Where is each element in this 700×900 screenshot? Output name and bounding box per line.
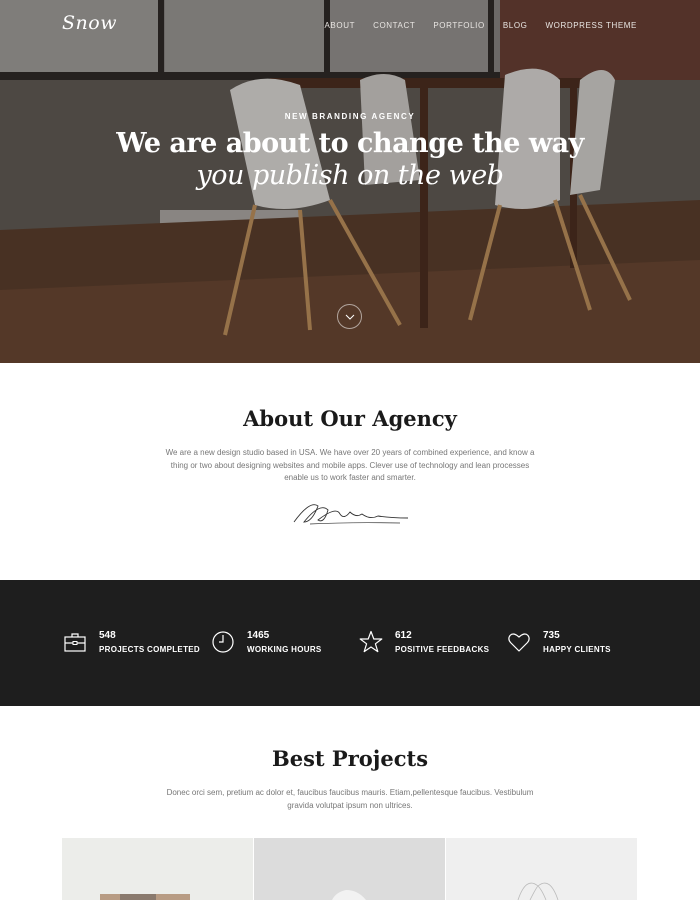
project-tile-3[interactable] [446, 838, 637, 900]
project-image [517, 882, 559, 900]
stat-number: 735 [543, 630, 560, 641]
stat-feedbacks: 612 POSITIVE FEEDBACKS [359, 630, 489, 654]
about-title: About Our Agency [243, 406, 457, 431]
main-nav: ABOUT CONTACT PORTFOLIO BLOG WORDPRESS T… [307, 21, 638, 30]
stat-label: HAPPY CLIENTS [543, 645, 611, 654]
hero-kicker: NEW BRANDING AGENCY [284, 112, 416, 121]
project-tile-2[interactable] [254, 838, 445, 900]
project-image [100, 894, 190, 900]
stat-label: POSITIVE FEEDBACKS [395, 645, 490, 654]
projects-text: Donec orci sem, pretium ac dolor et, fau… [166, 788, 534, 810]
stat-number: 548 [99, 630, 116, 641]
signature-image [293, 504, 409, 525]
stat-number: 612 [395, 630, 412, 641]
clock-icon [212, 631, 234, 653]
about-text: We are a new design studio based in USA.… [165, 448, 535, 482]
hero-subtitle: you publish on the web [196, 160, 504, 191]
projects-title: Best Projects [271, 746, 429, 771]
stat-projects: 548 PROJECTS COMPLETED [63, 630, 200, 654]
nav-contact[interactable]: CONTACT [373, 21, 415, 30]
hero-title: We are about to change the way [116, 128, 584, 159]
nav-about[interactable]: ABOUT [325, 21, 356, 30]
stats-band: 548 PROJECTS COMPLETED 1465 WORKING HOUR… [0, 580, 700, 706]
star-icon [359, 630, 383, 653]
stat-label: WORKING HOURS [247, 645, 322, 654]
nav-blog[interactable]: BLOG [503, 21, 528, 30]
stat-clients: 735 HAPPY CLIENTS [507, 630, 611, 654]
nav-portfolio[interactable]: PORTFOLIO [433, 21, 484, 30]
site-logo[interactable]: Snow [62, 12, 117, 34]
scroll-down-button[interactable] [337, 304, 362, 329]
stat-number: 1465 [247, 630, 270, 641]
stat-hours: 1465 WORKING HOURS [211, 630, 322, 654]
stat-label: PROJECTS COMPLETED [99, 645, 200, 654]
project-image [332, 890, 366, 900]
briefcase-icon [64, 633, 86, 652]
chevron-down-icon [345, 314, 354, 320]
hero-section: Snow ABOUT CONTACT PORTFOLIO BLOG WORDPR… [0, 0, 700, 363]
heart-icon [508, 633, 530, 652]
nav-wordpress-theme[interactable]: WORDPRESS THEME [545, 21, 637, 30]
project-tile-1[interactable] [62, 838, 253, 900]
